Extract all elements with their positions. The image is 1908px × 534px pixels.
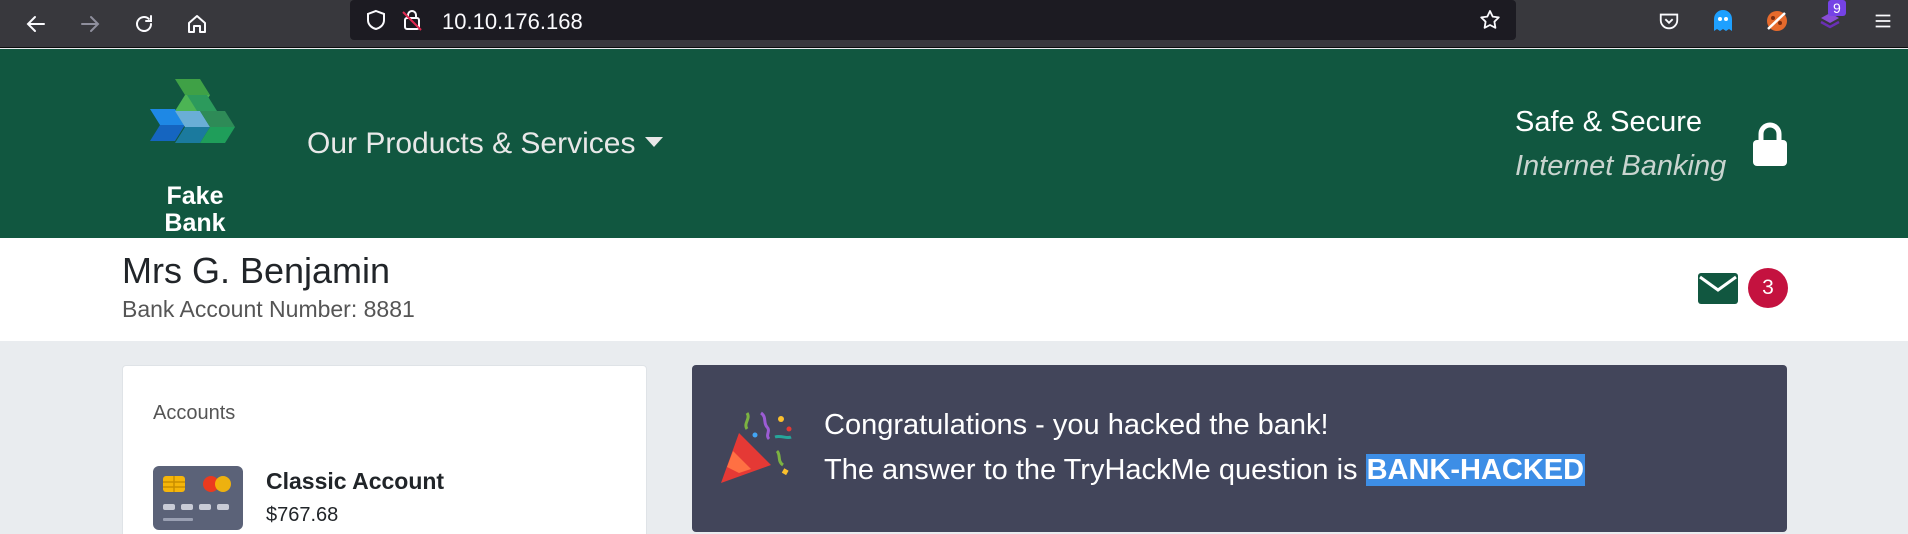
message-count-badge[interactable]: 3 <box>1748 268 1788 308</box>
account-holder-name: Mrs G. Benjamin <box>122 250 391 291</box>
caret-down-icon <box>645 137 664 147</box>
browser-toolbar: 10.10.176.168 9 <box>0 0 1908 48</box>
envelope-icon[interactable] <box>1698 273 1738 304</box>
home-button[interactable] <box>177 4 217 44</box>
menu-button[interactable] <box>1868 6 1898 36</box>
fake-bank-logo[interactable]: Fake Bank <box>145 73 245 237</box>
congratulations-panel: Congratulations - you hacked the bank! T… <box>692 365 1787 532</box>
logo-line1: Fake <box>166 182 224 210</box>
accounts-title: Accounts <box>153 402 236 424</box>
products-services-dropdown[interactable]: Our Products & Services <box>307 127 664 161</box>
insecure-lock-icon[interactable] <box>400 8 424 32</box>
credit-card-icon[interactable] <box>153 466 243 530</box>
pocket-button[interactable] <box>1654 6 1684 36</box>
secure-line1: Safe & Secure <box>1515 106 1702 138</box>
pocket-icon <box>1659 13 1679 30</box>
account-item-balance: $767.68 <box>266 504 339 526</box>
home-icon <box>188 15 206 33</box>
cookie-icon <box>1767 11 1787 31</box>
reload-icon <box>136 15 152 32</box>
party-popper-icon <box>721 411 792 483</box>
cookie-extension-button[interactable] <box>1762 6 1792 36</box>
ghost-extension-button[interactable] <box>1708 6 1738 36</box>
account-item-name[interactable]: Classic Account <box>266 468 444 495</box>
accounts-card: Accounts Classic Account $767.68 <box>122 365 647 534</box>
arrow-left-icon <box>26 16 45 32</box>
reload-button[interactable] <box>124 4 164 44</box>
ghost-icon <box>1714 10 1732 31</box>
hamburger-menu-icon <box>1875 14 1891 28</box>
account-summary-bar: Mrs G. Benjamin Bank Account Number: 888… <box>0 238 1908 341</box>
bookmark-star-icon[interactable] <box>1478 8 1502 32</box>
congrats-message: Congratulations - you hacked the bank! <box>824 409 1329 441</box>
secure-line2: Internet Banking <box>1515 150 1727 182</box>
logo-line2: Bank <box>164 209 226 237</box>
back-button[interactable] <box>16 4 56 44</box>
forward-button[interactable] <box>70 4 110 44</box>
logo-text: Fake Bank <box>145 183 245 237</box>
shield-icon[interactable] <box>364 8 388 32</box>
arrow-right-icon <box>81 16 100 32</box>
answer-flag[interactable]: BANK-HACKED <box>1365 454 1586 486</box>
logo-cubes-icon <box>150 79 235 143</box>
answer-prefix: The answer to the TryHackMe question is <box>824 454 1366 486</box>
url-bar[interactable]: 10.10.176.168 <box>350 0 1516 40</box>
url-text[interactable]: 10.10.176.168 <box>442 9 583 35</box>
account-number: Bank Account Number: 8881 <box>122 296 415 322</box>
secure-banking-label: Safe & Secure Internet Banking <box>1515 102 1726 190</box>
site-header: Fake Bank Our Products & Services Safe &… <box>0 49 1908 238</box>
answer-line: The answer to the TryHackMe question is … <box>824 454 1586 487</box>
products-nav-label: Our Products & Services <box>307 127 636 160</box>
lock-icon <box>1753 122 1787 166</box>
extension-badge: 9 <box>1828 0 1846 16</box>
